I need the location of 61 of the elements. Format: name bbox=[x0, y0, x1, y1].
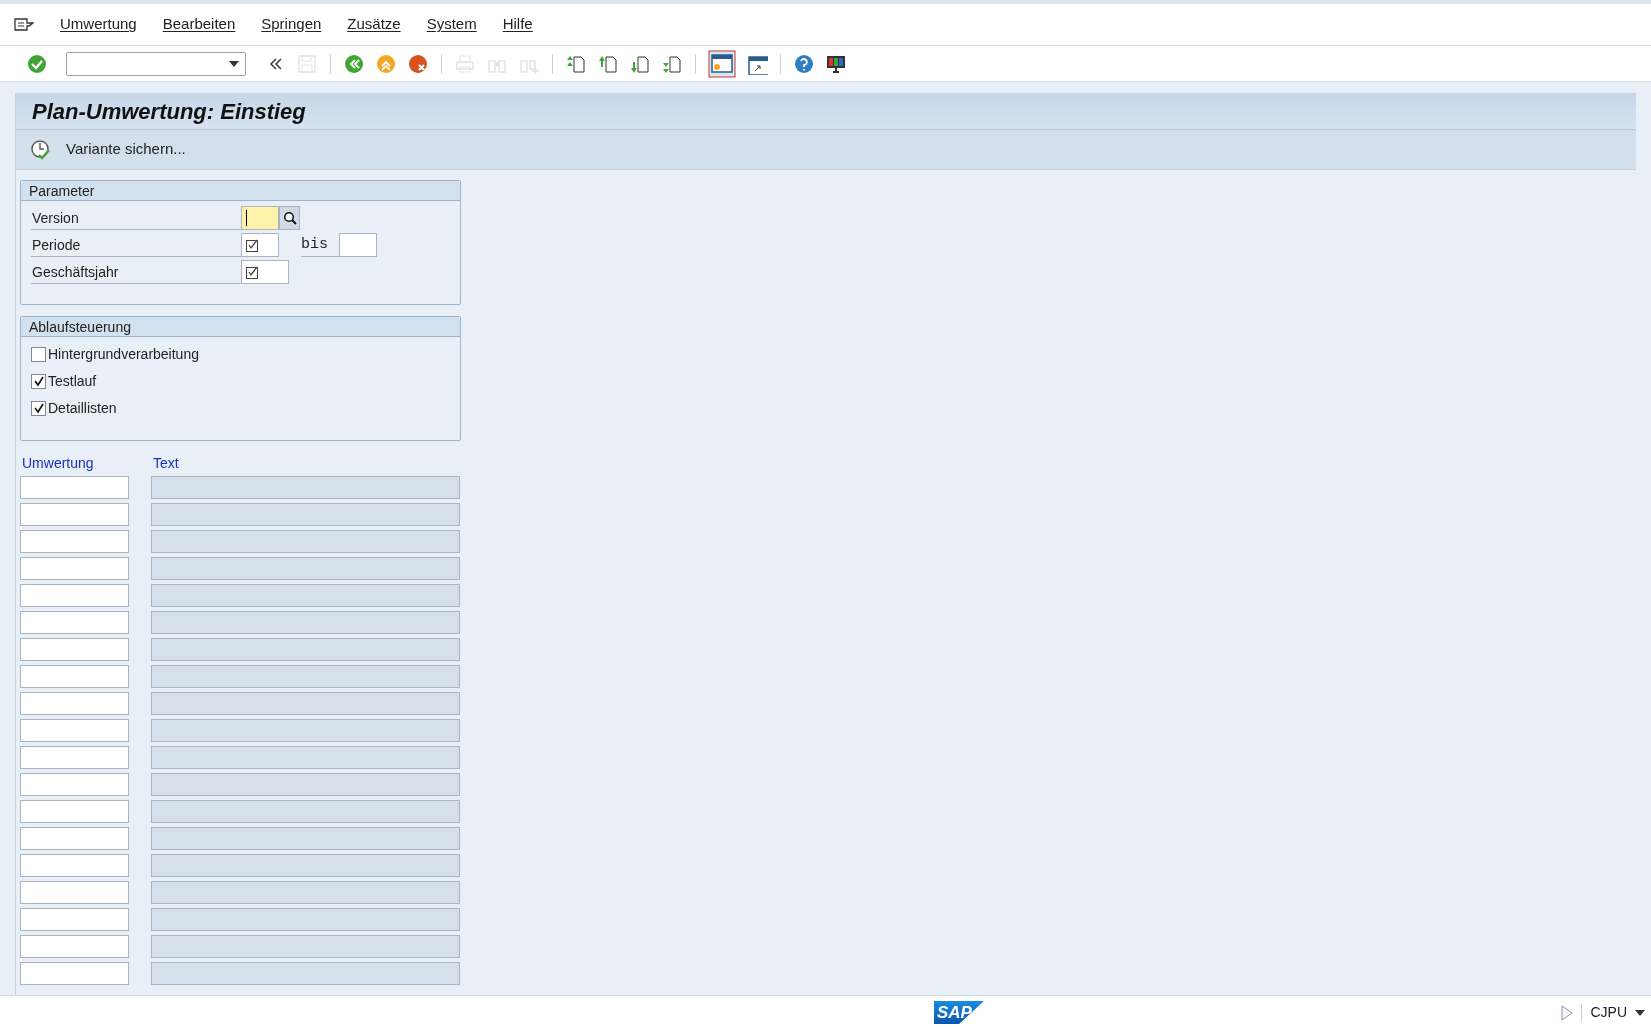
group-title: Parameter bbox=[21, 181, 460, 201]
field-label: Periode bbox=[31, 233, 241, 257]
help-icon[interactable] bbox=[793, 52, 815, 75]
group-title: Ablaufsteuerung bbox=[21, 317, 460, 337]
input-field[interactable] bbox=[339, 233, 377, 257]
input-field[interactable] bbox=[20, 665, 129, 688]
input-field[interactable] bbox=[20, 638, 129, 661]
search-icon bbox=[282, 211, 297, 225]
input-field[interactable] bbox=[20, 746, 129, 769]
menu-item[interactable]: System bbox=[426, 13, 477, 36]
transaction-code: CJPU bbox=[1590, 1003, 1627, 1022]
field-label: Geschäftsjahr bbox=[31, 260, 241, 284]
menu-icon[interactable] bbox=[14, 16, 34, 33]
input-field[interactable] bbox=[20, 584, 129, 607]
input-field[interactable] bbox=[20, 881, 129, 904]
checkbox[interactable]: Detaillisten bbox=[31, 399, 460, 418]
required-check-icon bbox=[246, 265, 259, 279]
input-field[interactable] bbox=[20, 854, 129, 877]
input-field[interactable] bbox=[241, 206, 279, 230]
column-header: Umwertung bbox=[21, 454, 95, 473]
input-field[interactable] bbox=[20, 908, 129, 931]
input-field[interactable] bbox=[241, 233, 279, 257]
command-field[interactable] bbox=[66, 51, 246, 76]
play-icon[interactable] bbox=[1561, 1004, 1574, 1021]
screen-title: Plan-Umwertung: Einstieg bbox=[32, 97, 306, 126]
input-field[interactable] bbox=[20, 800, 129, 823]
required-check-icon bbox=[246, 238, 259, 252]
menu-item[interactable]: Bearbeiten bbox=[162, 13, 236, 36]
checkbox[interactable]: Hintergrundverarbeitung bbox=[31, 345, 460, 364]
enter-icon[interactable] bbox=[26, 52, 48, 75]
input-field[interactable] bbox=[20, 719, 129, 742]
search-button[interactable] bbox=[279, 206, 300, 230]
input-field[interactable] bbox=[20, 503, 129, 526]
cancel-icon[interactable] bbox=[407, 52, 429, 75]
column-header: Text bbox=[152, 454, 179, 473]
variant-save-button[interactable]: Variante sichern... bbox=[26, 134, 190, 165]
input-field[interactable] bbox=[20, 692, 129, 715]
clock-check-icon bbox=[30, 138, 52, 161]
input-field[interactable] bbox=[241, 260, 289, 284]
menu-item[interactable]: Hilfe bbox=[502, 13, 533, 36]
input-field[interactable] bbox=[20, 476, 129, 499]
input-field[interactable] bbox=[20, 962, 129, 985]
exit-icon[interactable] bbox=[375, 52, 397, 75]
input-field[interactable] bbox=[20, 557, 129, 580]
input-field[interactable] bbox=[20, 530, 129, 553]
field-label: Version bbox=[31, 206, 241, 230]
checkmark-icon bbox=[33, 376, 44, 387]
input-field[interactable] bbox=[20, 935, 129, 958]
menu-item[interactable]: Springen bbox=[261, 13, 322, 36]
back-icon[interactable] bbox=[343, 52, 365, 75]
input-field[interactable] bbox=[20, 827, 129, 850]
menu-item[interactable]: Zusätze bbox=[347, 13, 401, 36]
dropdown-icon[interactable] bbox=[1635, 1009, 1645, 1016]
new-window-icon[interactable] bbox=[708, 49, 736, 78]
input-field[interactable] bbox=[20, 611, 129, 634]
menu-item[interactable]: Umwertung bbox=[60, 13, 137, 36]
checkbox[interactable]: Testlauf bbox=[31, 372, 460, 391]
sap-logo: SAP bbox=[934, 1001, 984, 1024]
input-field[interactable] bbox=[20, 773, 129, 796]
checkmark-icon bbox=[33, 403, 44, 414]
dropdown-icon[interactable] bbox=[229, 60, 239, 67]
